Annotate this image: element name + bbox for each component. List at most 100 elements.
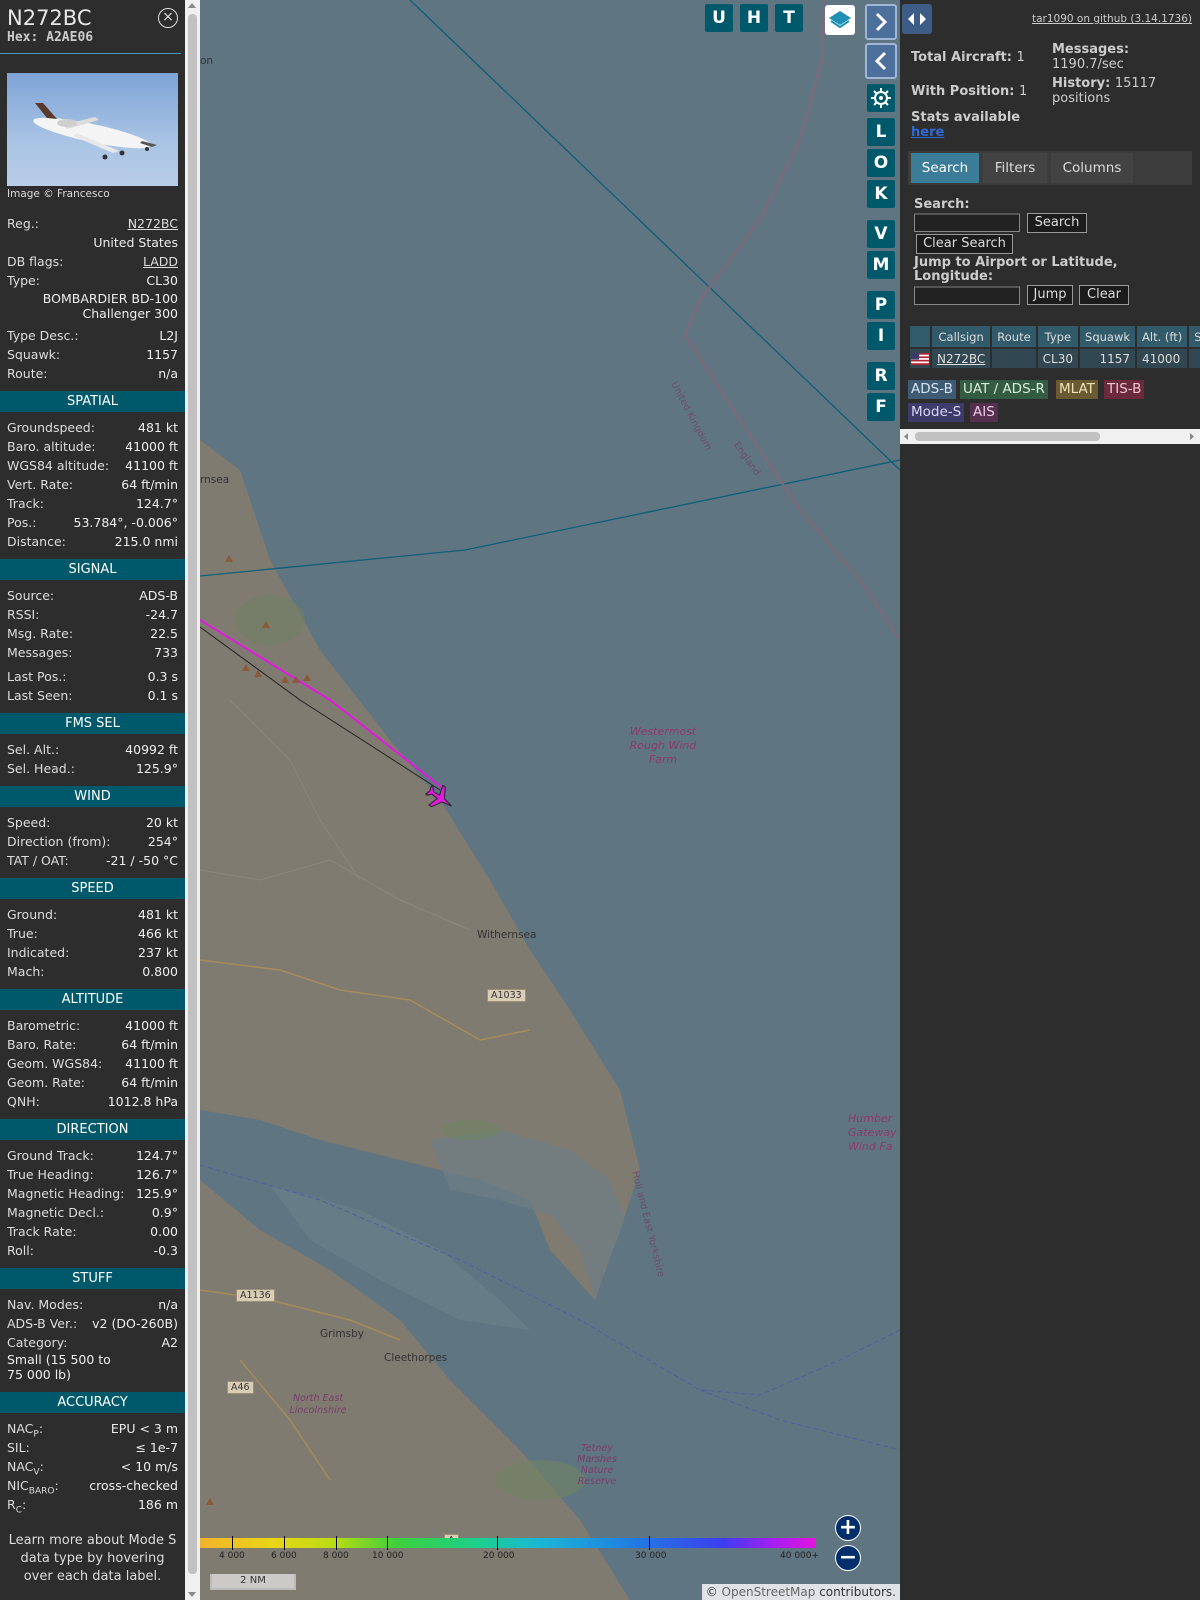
toolbar-button-u[interactable]: U [705,4,733,32]
nacv-row: NACV: < 10 m/s [7,1459,178,1478]
aircraft-title: N272BC [7,6,92,30]
section-direction: DIRECTION [0,1119,185,1140]
toolbar-button-r[interactable]: R [867,362,895,390]
detail-row: Sel. Alt.: 40992 ft [7,742,178,757]
detail-row: Speed: 20 kt [7,815,178,830]
stats-link[interactable]: here [911,125,944,140]
toolbar-button-f[interactable]: F [867,393,895,421]
section-stuff: STUFF [0,1268,185,1289]
col-altitude[interactable]: Alt. (ft) [1137,326,1188,347]
stats-available: Stats available here [911,110,1021,140]
aircraft-photo[interactable] [7,73,178,186]
detail-row: Sel. Head.: 125.9° [7,761,178,776]
category-desc: Small (15 500 to 75 000 lb) [7,1352,111,1382]
toolbar-button-t[interactable]: T [775,4,803,32]
section-signal: SIGNAL [0,559,185,580]
reg-row: Reg.: N272BC [7,216,178,231]
map-label-westermost: Westermost Rough Wind Farm [629,725,697,766]
country: United States [93,235,178,250]
source-badge: MLAT [1056,380,1098,399]
callsign-link[interactable]: N272BC [937,352,985,366]
type-row: Type: CL30 [7,273,178,288]
scroll-down-icon[interactable] [188,1592,196,1597]
colorbar-tick: 4 000 [219,1551,245,1561]
detail-row: Magnetic Decl.: 0.9° [7,1205,178,1220]
toolbar-button-i[interactable]: I [867,322,895,350]
registration-link[interactable]: N272BC [128,216,178,231]
detail-row: True Heading: 126.7° [7,1167,178,1182]
toolbar-button-p[interactable]: P [867,291,895,319]
expand-collapse-button[interactable] [902,4,932,34]
photo-credit: Image © Francesco [7,188,110,200]
table-row[interactable]: N272BC CL30 1157 41000 [910,349,1200,368]
settings-gear-icon[interactable] [867,84,895,112]
aircraft-list-sidebar: tar1090 on github (3.14.1736) Total Airc… [900,0,1200,1600]
cell-squawk: 1157 [1080,349,1136,368]
map-view[interactable]: on rnsea Withernsea Grimsby Cleethorpes … [200,0,900,1600]
table-horizontal-scrollbar[interactable] [900,429,1200,444]
detail-row: Pos.: 53.784°, -0.006° [7,515,178,530]
layers-icon[interactable] [825,5,855,35]
source-badge: ADS-B [908,380,956,399]
type-full: BOMBARDIER BD-100 Challenger 300 [42,291,178,321]
jump-button[interactable]: Jump [1027,285,1073,305]
map-label-humber: Humber Gateway Wind Fa [848,1112,897,1153]
col-callsign[interactable]: Callsign [932,326,991,347]
jump-input[interactable] [914,286,1020,305]
section-wind: WIND [0,786,185,807]
ladd-link[interactable]: LADD [143,254,178,269]
clear-search-button[interactable]: Clear Search [916,234,1013,254]
toolbar-button-m[interactable]: M [867,251,895,279]
typedesc-row: Type Desc.: L2J [7,328,178,343]
expand-right-button[interactable] [865,4,897,40]
detail-row: RSSI: -24.7 [7,607,178,622]
scale-bar: 2 NM [210,1574,296,1590]
colorbar-tick: 10 000 [372,1551,404,1561]
nacp-row: NACP: EPU < 3 m [7,1421,178,1440]
tab-filters[interactable]: Filters [983,153,1047,183]
category-row: Category: A2 [7,1335,178,1350]
detail-row: True: 466 kt [7,926,178,941]
detail-row: Geom. WGS84: 41100 ft [7,1056,178,1071]
toolbar-button-o[interactable]: O [867,149,895,177]
osm-link[interactable]: OpenStreetMap [722,1585,816,1599]
map-label-cleethorpes: Cleethorpes [384,1352,448,1364]
cell-altitude: 41000 [1137,349,1188,368]
cell-speed [1189,349,1200,368]
tab-columns[interactable]: Columns [1051,153,1133,183]
scroll-thumb[interactable] [188,14,197,1574]
colorbar-tick: 40 000+ [780,1551,820,1561]
clear-button[interactable]: Clear [1079,285,1129,305]
map-attribution: © OpenStreetMap contributors. [701,1584,900,1600]
zoom-out-button[interactable]: − [835,1545,861,1571]
search-button[interactable]: Search [1027,213,1087,233]
col-route[interactable]: Route [992,326,1036,347]
search-input[interactable] [914,213,1020,232]
detail-row: Ground Track: 124.7° [7,1148,178,1163]
dbflags-row: DB flags: LADD [7,254,178,269]
scroll-up-icon[interactable] [188,3,196,8]
github-link[interactable]: tar1090 on github (3.14.1736) [1032,13,1192,25]
col-squawk[interactable]: Squawk [1080,326,1136,347]
section-altitude: ALTITUDE [0,989,185,1010]
col-flag[interactable] [910,326,930,347]
toolbar-button-h[interactable]: H [740,4,768,32]
toolbar-button-v[interactable]: V [867,220,895,248]
info-panel-scrollbar[interactable] [185,0,200,1600]
section-fms-sel: FMS SEL [0,713,185,734]
detail-row: Direction (from): 254° [7,834,178,849]
toolbar-button-l[interactable]: L [867,118,895,146]
scroll-thumb[interactable] [915,432,1100,441]
tab-search[interactable]: Search [911,153,979,183]
detail-row: Distance: 215.0 nmi [7,534,178,549]
detail-row: TAT / OAT: -21 / -50 °C [7,853,178,868]
close-icon[interactable]: × [158,8,178,28]
col-speed[interactable]: Spd. [1189,326,1200,347]
col-type[interactable]: Type [1037,326,1079,347]
map-label-tetney: Tetney Marshes Nature Reserve [577,1443,617,1487]
collapse-left-button[interactable] [865,43,897,79]
detail-row: Last Seen: 0.1 s [7,688,178,703]
detail-row: Ground: 481 kt [7,907,178,922]
zoom-in-button[interactable]: + [835,1515,861,1541]
toolbar-button-k[interactable]: K [867,180,895,208]
